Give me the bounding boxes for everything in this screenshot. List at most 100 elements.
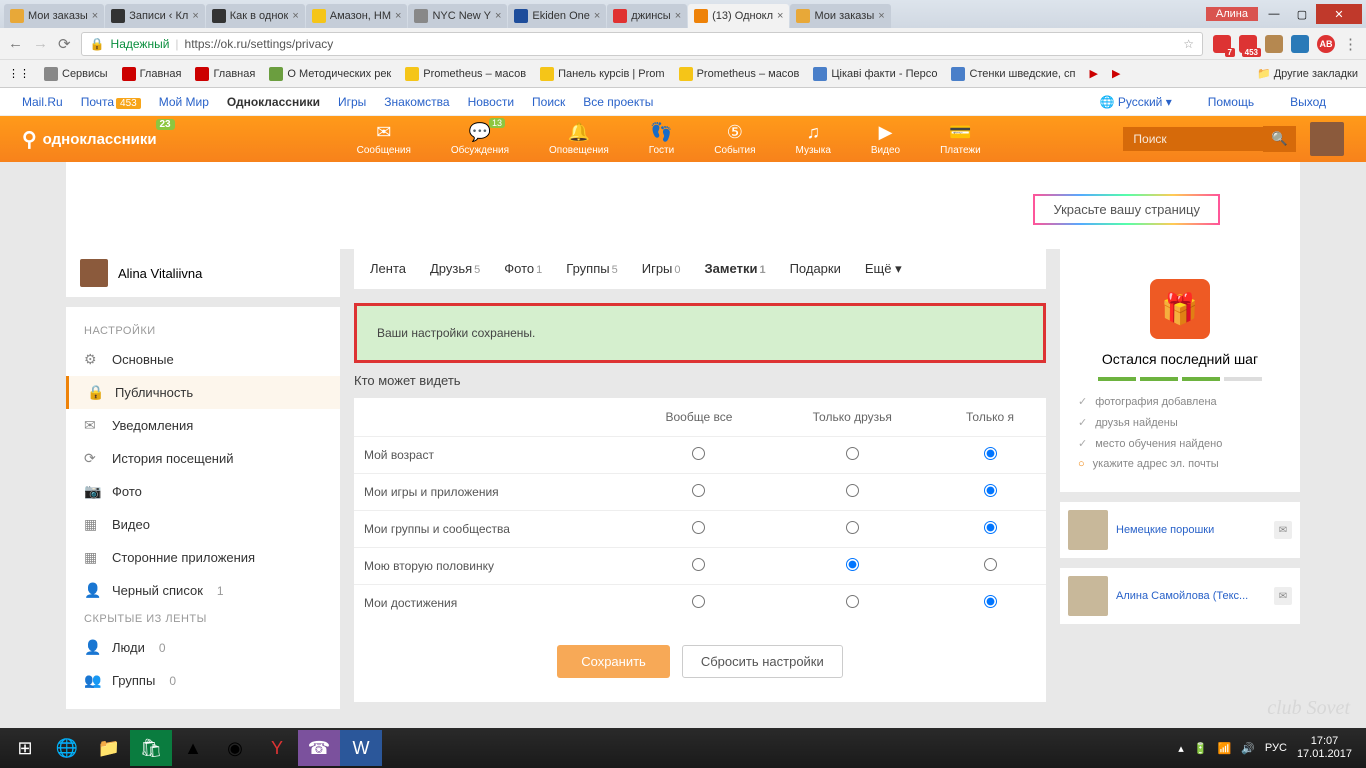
browser-tab[interactable]: Записи ‹ Кл×: [105, 4, 205, 28]
mailru-link[interactable]: Одноклассники: [227, 95, 320, 109]
profile-tab[interactable]: Группы5: [566, 261, 617, 277]
battery-icon[interactable]: 🔋: [1194, 742, 1208, 755]
privacy-radio[interactable]: [846, 484, 859, 497]
ok-nav-item[interactable]: ▶Видео: [871, 122, 900, 156]
sidebar-item[interactable]: ⟳История посещений: [66, 442, 340, 475]
decorate-page-button[interactable]: Украсьте вашу страницу: [1033, 194, 1220, 225]
ok-nav-item[interactable]: 💳Платежи: [940, 122, 981, 156]
privacy-radio[interactable]: [846, 558, 859, 571]
privacy-radio[interactable]: [984, 447, 997, 460]
taskbar-clock[interactable]: 17:07 17.01.2017: [1297, 735, 1352, 761]
ad-item[interactable]: Немецкие порошки✉: [1060, 502, 1300, 558]
mailru-link[interactable]: Все проекты: [583, 95, 653, 109]
volume-icon[interactable]: 🔊: [1241, 742, 1255, 755]
other-bookmarks[interactable]: 📁 Другие закладки: [1257, 67, 1358, 80]
url-field[interactable]: 🔒 Надежный | https://ok.ru/settings/priv…: [81, 32, 1203, 56]
ext-icon[interactable]: [1291, 35, 1309, 53]
star-icon[interactable]: ☆: [1183, 37, 1194, 51]
mailru-lang[interactable]: 🌐 Русский ▾: [1100, 95, 1172, 109]
profile-row[interactable]: Alina Vitaliivna: [66, 249, 340, 297]
tab-close-icon[interactable]: ×: [92, 10, 98, 22]
tab-close-icon[interactable]: ×: [777, 10, 783, 22]
bookmark-item[interactable]: ▶: [1090, 67, 1098, 80]
chrome-menu-icon[interactable]: ⋮: [1343, 35, 1358, 53]
network-icon[interactable]: 📶: [1218, 742, 1232, 755]
sidebar-item[interactable]: ▦Сторонние приложения: [66, 541, 340, 574]
privacy-radio[interactable]: [984, 521, 997, 534]
ok-nav-item[interactable]: ⑤События: [714, 122, 755, 156]
sidebar-item[interactable]: 👤Люди0: [66, 631, 340, 664]
profile-tab[interactable]: Ещё ▾: [865, 261, 902, 277]
taskbar-word-icon[interactable]: W: [340, 730, 382, 766]
browser-tab[interactable]: NYC New Y×: [408, 4, 507, 28]
browser-tab[interactable]: Мои заказы×: [790, 4, 890, 28]
browser-tab[interactable]: Мои заказы×: [4, 4, 104, 28]
bookmark-item[interactable]: Главная: [122, 67, 182, 81]
mailru-exit[interactable]: Выход: [1290, 95, 1326, 109]
bookmark-item[interactable]: О Методических рек: [269, 67, 391, 81]
save-button[interactable]: Сохранить: [557, 645, 670, 678]
privacy-radio[interactable]: [692, 558, 705, 571]
start-button[interactable]: ⊞: [4, 730, 46, 766]
window-maximize-button[interactable]: ▢: [1288, 4, 1316, 24]
taskbar-explorer-icon[interactable]: 📁: [88, 730, 130, 766]
apps-icon[interactable]: ⋮⋮: [8, 67, 30, 80]
bookmark-item[interactable]: Стенки шведские, сп: [951, 67, 1075, 81]
browser-tab[interactable]: Как в однок×: [206, 4, 305, 28]
tab-close-icon[interactable]: ×: [878, 10, 884, 22]
privacy-radio[interactable]: [984, 595, 997, 608]
ad-close-icon[interactable]: ✉: [1274, 521, 1292, 539]
adblock-icon[interactable]: AB: [1317, 35, 1335, 53]
bookmark-item[interactable]: Главная: [195, 67, 255, 81]
privacy-radio[interactable]: [984, 484, 997, 497]
ok-search-button[interactable]: 🔍: [1263, 126, 1296, 152]
mailru-link[interactable]: Поиск: [532, 95, 565, 109]
bookmark-item[interactable]: Панель курсів | Prom: [540, 67, 665, 81]
privacy-radio[interactable]: [692, 484, 705, 497]
mailru-link[interactable]: Почта453: [81, 95, 141, 109]
check-item[interactable]: ○укажите адрес эл. почты: [1078, 454, 1282, 474]
bookmark-item[interactable]: ▶: [1112, 67, 1120, 80]
reset-button[interactable]: Сбросить настройки: [682, 645, 843, 678]
browser-tab[interactable]: Ekiden One×: [508, 4, 606, 28]
ok-nav-item[interactable]: ♫Музыка: [796, 122, 831, 156]
privacy-radio[interactable]: [846, 521, 859, 534]
ok-logo[interactable]: ⚲ одноклассники 23: [22, 127, 157, 152]
ok-nav-item[interactable]: 13💬Обсуждения: [451, 122, 509, 156]
profile-tab[interactable]: Друзья5: [430, 261, 480, 277]
browser-tab[interactable]: (13) Однокл×: [688, 4, 789, 28]
taskbar-store-icon[interactable]: 🛍: [130, 730, 172, 766]
ad-item[interactable]: Алина Самойлова (Текс...✉: [1060, 568, 1300, 624]
tab-close-icon[interactable]: ×: [675, 10, 681, 22]
reload-button[interactable]: ⟳: [58, 35, 71, 53]
taskbar-viber-icon[interactable]: ☎: [298, 730, 340, 766]
sidebar-item[interactable]: ✉Уведомления: [66, 409, 340, 442]
forward-button[interactable]: →: [33, 35, 48, 52]
ext-icon[interactable]: [1265, 35, 1283, 53]
taskbar-ie-icon[interactable]: 🌐: [46, 730, 88, 766]
back-button[interactable]: ←: [8, 35, 23, 52]
profile-tab[interactable]: Фото1: [504, 261, 542, 277]
mailru-link[interactable]: Новости: [468, 95, 514, 109]
sidebar-item[interactable]: ▦Видео: [66, 508, 340, 541]
ad-close-icon[interactable]: ✉: [1274, 587, 1292, 605]
tab-close-icon[interactable]: ×: [594, 10, 600, 22]
mailru-help[interactable]: Помощь: [1208, 95, 1254, 109]
ok-nav-item[interactable]: 👣Гости: [649, 122, 674, 156]
privacy-radio[interactable]: [984, 558, 997, 571]
taskbar-vlc-icon[interactable]: ▲: [172, 730, 214, 766]
window-minimize-button[interactable]: —: [1260, 4, 1288, 24]
profile-tab[interactable]: Заметки1: [705, 261, 766, 277]
lang-indicator[interactable]: РУС: [1265, 742, 1287, 754]
profile-tab[interactable]: Игры0: [642, 261, 681, 277]
privacy-radio[interactable]: [692, 595, 705, 608]
mailru-link[interactable]: Мой Мир: [159, 95, 209, 109]
bookmark-item[interactable]: Сервисы: [44, 67, 108, 81]
privacy-radio[interactable]: [692, 521, 705, 534]
mailru-link[interactable]: Знакомства: [384, 95, 449, 109]
browser-tab[interactable]: джинсы×: [607, 4, 687, 28]
privacy-radio[interactable]: [692, 447, 705, 460]
ext-icon[interactable]: 7: [1213, 35, 1231, 53]
profile-tab[interactable]: Лента: [370, 261, 406, 277]
sidebar-item[interactable]: 📷Фото: [66, 475, 340, 508]
